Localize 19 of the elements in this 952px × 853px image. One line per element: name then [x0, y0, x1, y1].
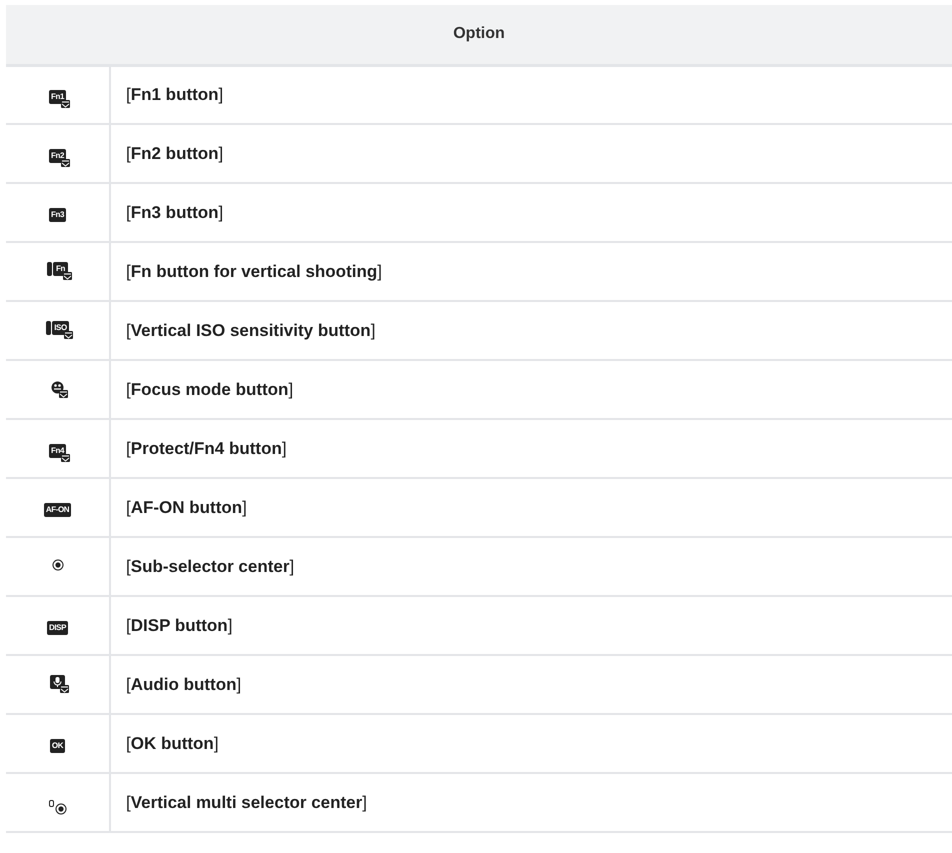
option-label: [DISP button] — [126, 616, 232, 635]
button-icon: Fn3 — [48, 208, 66, 222]
option-label: [Fn button for vertical shooting] — [126, 262, 382, 281]
option-label: [Vertical ISO sensitivity button] — [126, 320, 376, 340]
option-label: [OK button] — [126, 734, 219, 753]
option-label: [Fn3 button] — [126, 202, 224, 222]
option-label: [Fn2 button] — [126, 144, 224, 163]
option-label: [AF-ON button] — [126, 498, 247, 517]
selector-center-icon — [52, 558, 64, 570]
option-label: [Audio button] — [126, 674, 242, 694]
button-icon: DISP — [46, 620, 68, 634]
button-icon: OK — [50, 738, 66, 752]
option-label: [Vertical multi selector center] — [126, 792, 367, 812]
button-icon: AF-ON — [44, 502, 72, 516]
option-label: [Focus mode button] — [126, 380, 294, 399]
vertical-selector-icon — [48, 800, 66, 814]
option-label: [Fn1 button] — [126, 85, 224, 104]
option-label: [Sub-selector center] — [126, 556, 294, 576]
option-label: [Protect/Fn4 button] — [126, 438, 287, 458]
